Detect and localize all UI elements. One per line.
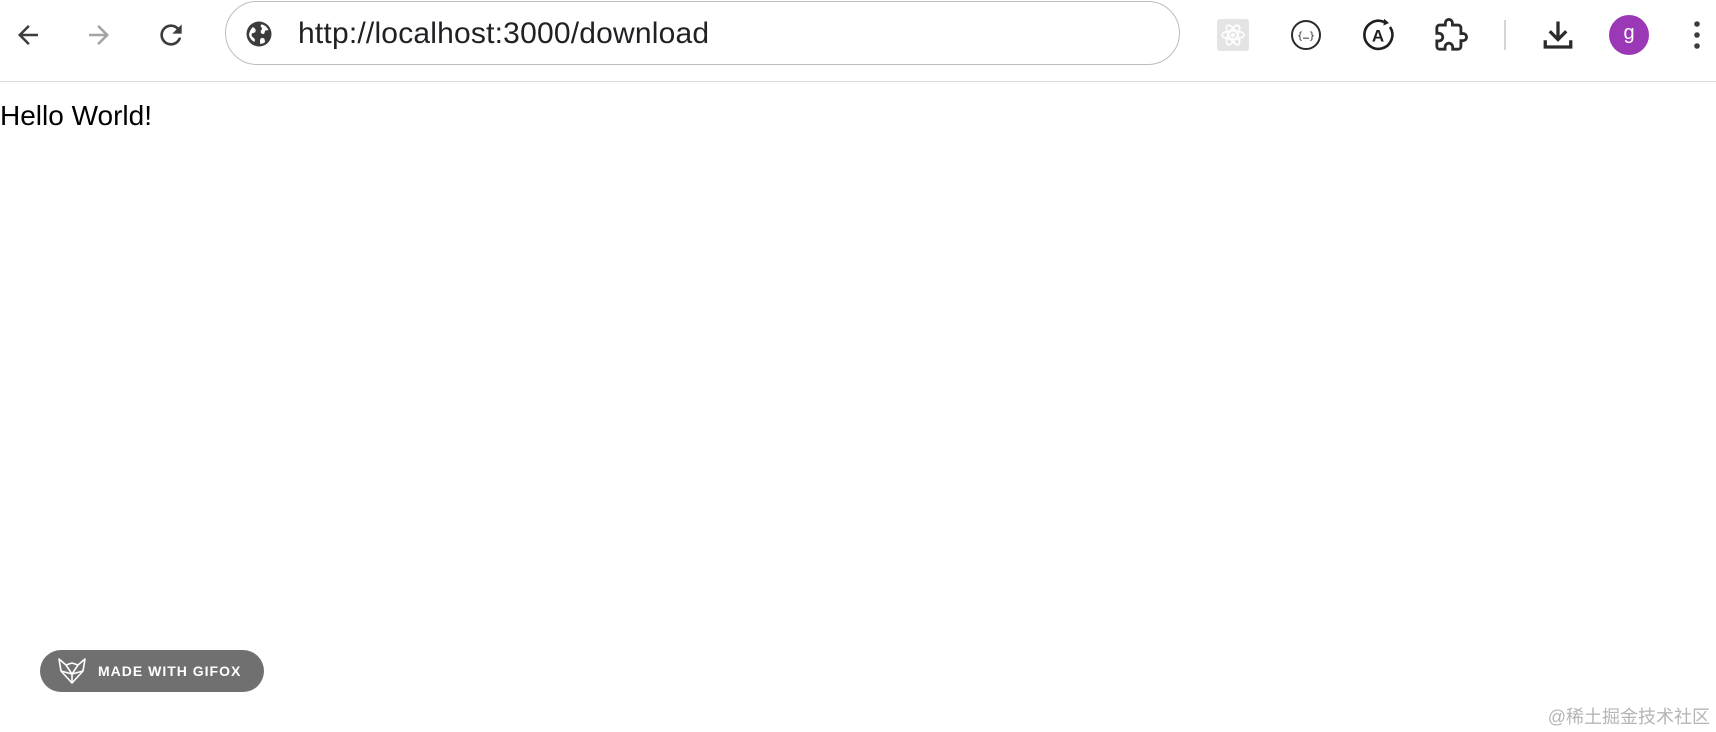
react-devtools-extension[interactable] <box>1210 12 1256 58</box>
svg-text:{…}: {…} <box>1297 31 1315 42</box>
react-devtools-icon <box>1217 19 1249 51</box>
browser-menu-button[interactable] <box>1679 12 1715 58</box>
more-vertical-icon <box>1694 21 1700 49</box>
forward-button[interactable] <box>76 12 122 58</box>
toolbar-separator <box>1504 20 1506 50</box>
address-bar[interactable]: http://localhost:3000/download <box>225 1 1180 65</box>
browser-toolbar: http://localhost:3000/download {…} A g <box>0 0 1716 82</box>
gifox-badge: MADE WITH GIFOX <box>40 650 264 692</box>
page-content: Hello World! <box>0 82 1716 732</box>
translate-icon: A <box>1363 18 1394 51</box>
downloads-button[interactable] <box>1535 12 1581 58</box>
reload-icon <box>160 24 182 46</box>
url-text: http://localhost:3000/download <box>298 17 710 50</box>
extensions-button[interactable] <box>1428 12 1474 58</box>
page-text: Hello World! <box>0 100 152 131</box>
profile-avatar[interactable]: g <box>1609 15 1649 55</box>
json-formatter-icon: {…} <box>1291 20 1321 50</box>
back-button[interactable] <box>5 12 51 58</box>
fox-logo-icon <box>58 658 86 684</box>
extensions-puzzle-icon <box>1435 18 1468 51</box>
reload-button[interactable] <box>148 12 194 58</box>
gifox-label: MADE WITH GIFOX <box>98 663 242 679</box>
arrow-left-icon <box>18 25 38 45</box>
svg-text:A: A <box>1372 27 1384 46</box>
globe-icon <box>246 21 272 47</box>
translate-extension[interactable]: A <box>1355 12 1401 58</box>
json-formatter-extension[interactable]: {…} <box>1283 12 1329 58</box>
arrow-right-icon <box>89 25 109 45</box>
download-icon <box>1543 21 1573 49</box>
watermark: @稀土掘金技术社区 <box>1547 707 1710 727</box>
